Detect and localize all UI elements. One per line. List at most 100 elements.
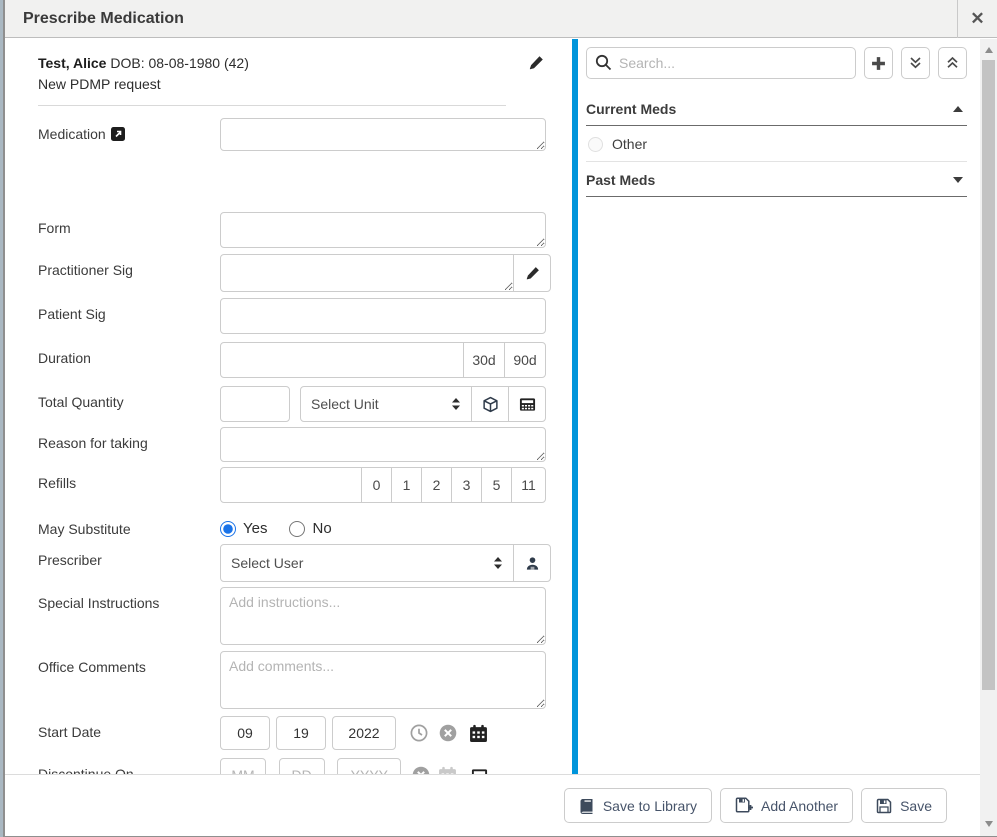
past-meds-header[interactable]: Past Meds (586, 162, 967, 197)
substitute-yes-label: Yes (243, 520, 267, 537)
other-label: Other (612, 136, 647, 152)
expand-all-chevrons-icon[interactable] (901, 47, 930, 79)
form-label: Form (38, 212, 220, 236)
office-comments-label: Office Comments (38, 651, 220, 675)
reason-label: Reason for taking (38, 427, 220, 451)
save-button[interactable]: Save (861, 788, 947, 823)
special-instructions-label: Special Instructions (38, 587, 220, 611)
unit-cube-icon[interactable] (471, 386, 509, 422)
dialog-footer: Save to Library Add Another Save (5, 774, 980, 836)
practitioner-sig-label: Practitioner Sig (38, 254, 220, 278)
row-total-quantity: Total Quantity Select Unit (38, 386, 546, 422)
current-meds-header[interactable]: Current Meds (586, 91, 967, 126)
sig-pencil-icon[interactable] (513, 254, 551, 292)
substitute-no-option[interactable]: No (289, 520, 331, 537)
practitioner-sig-input[interactable] (220, 254, 514, 292)
duration-label: Duration (38, 342, 220, 366)
discontinue-on-label: Discontinue On (38, 758, 220, 775)
may-substitute-label: May Substitute (38, 513, 220, 537)
discontinue-month-input[interactable] (220, 758, 266, 775)
total-quantity-input[interactable] (220, 386, 290, 422)
row-discontinue-on: Discontinue On - - (38, 758, 546, 775)
patient-name: Test, Alice (38, 55, 106, 71)
patient-sig-label: Patient Sig (38, 298, 220, 322)
unit-select[interactable]: Select Unit (300, 386, 472, 422)
caret-up-icon (953, 106, 963, 112)
scrollbar-thumb[interactable] (982, 60, 995, 690)
save-to-library-button[interactable]: Save to Library (564, 788, 712, 823)
substitute-yes-option[interactable]: Yes (220, 520, 267, 537)
close-icon[interactable]: ✕ (957, 0, 997, 38)
start-date-clock-icon[interactable] (410, 724, 428, 742)
row-reason: Reason for taking (38, 427, 546, 462)
refills-5-button[interactable]: 5 (481, 467, 512, 503)
reason-input[interactable] (220, 427, 546, 462)
start-date-clear-icon[interactable] (439, 724, 457, 742)
edit-pencil-icon[interactable] (528, 55, 544, 71)
row-form: Form (38, 212, 546, 248)
start-date-year-input[interactable] (332, 716, 396, 750)
prescriber-label: Prescriber (38, 544, 220, 568)
substitute-no-radio[interactable] (289, 521, 305, 537)
prescribe-medication-dialog: Prescribe Medication ✕ Test, Alice DOB: … (3, 0, 997, 837)
refills-input[interactable] (220, 467, 362, 503)
duration-90d-button[interactable]: 90d (504, 342, 546, 378)
select-arrows-icon (493, 556, 503, 570)
prescriber-user-icon[interactable] (513, 544, 551, 582)
duration-input[interactable] (220, 342, 464, 378)
quantity-calculator-icon[interactable] (508, 386, 546, 422)
past-meds-title: Past Meds (586, 172, 655, 188)
refills-11-button[interactable]: 11 (511, 467, 546, 503)
book-icon (579, 798, 595, 814)
start-date-label: Start Date (38, 716, 220, 740)
total-quantity-label: Total Quantity (38, 386, 220, 410)
search-icon (595, 54, 612, 71)
row-practitioner-sig: Practitioner Sig (38, 254, 546, 292)
prescriber-select[interactable]: Select User (220, 544, 514, 582)
row-may-substitute: May Substitute Yes No (38, 513, 546, 537)
form-input[interactable] (220, 212, 546, 248)
start-date-day-input[interactable] (276, 716, 326, 750)
row-office-comments: Office Comments (38, 651, 546, 709)
dialog-titlebar: Prescribe Medication ✕ (5, 0, 997, 38)
special-instructions-input[interactable] (220, 587, 546, 645)
duration-30d-button[interactable]: 30d (463, 342, 505, 378)
refills-2-button[interactable]: 2 (421, 467, 452, 503)
scrollbar-up-arrow[interactable] (980, 41, 997, 58)
save-plus-icon (735, 797, 753, 814)
start-date-calendar-icon[interactable] (469, 724, 488, 743)
add-med-plus-icon[interactable] (864, 47, 893, 79)
collapse-all-chevrons-icon[interactable] (938, 47, 967, 79)
row-prescriber: Prescriber Select User (38, 544, 546, 582)
start-date-month-input[interactable] (220, 716, 270, 750)
refills-1-button[interactable]: 1 (391, 467, 422, 503)
scrollbar-down-arrow[interactable] (980, 815, 997, 832)
save-icon (876, 798, 892, 814)
row-special-instructions: Special Instructions (38, 587, 546, 645)
meds-panel: Current Meds Other Past Meds (578, 39, 997, 775)
office-comments-input[interactable] (220, 651, 546, 709)
meds-toolbar (586, 47, 967, 79)
row-duration: Duration 30d 90d (38, 342, 546, 378)
patient-info-line: Test, Alice DOB: 08-08-1980 (42) (38, 53, 506, 74)
refills-label: Refills (38, 467, 220, 491)
vertical-scrollbar[interactable] (980, 39, 997, 836)
external-link-icon[interactable] (111, 127, 125, 141)
medication-input[interactable] (220, 118, 546, 151)
prescriber-select-value: Select User (231, 555, 493, 571)
discontinue-day-input[interactable] (279, 758, 325, 775)
select-arrows-icon (451, 397, 461, 411)
pdmp-request-note: New PDMP request (38, 74, 506, 95)
substitute-yes-radio[interactable] (220, 521, 236, 537)
patient-sig-input[interactable] (220, 298, 546, 334)
row-start-date: Start Date (38, 716, 546, 750)
discontinue-year-input[interactable] (337, 758, 401, 775)
prescription-form-pane: Test, Alice DOB: 08-08-1980 (42) New PDM… (5, 39, 572, 775)
refills-3-button[interactable]: 3 (451, 467, 482, 503)
other-radio[interactable] (588, 137, 603, 152)
med-item-other[interactable]: Other (586, 126, 967, 162)
patient-dob: DOB: 08-08-1980 (42) (110, 55, 249, 71)
meds-search-input[interactable] (586, 47, 856, 79)
refills-0-button[interactable]: 0 (361, 467, 392, 503)
add-another-button[interactable]: Add Another (720, 788, 853, 823)
